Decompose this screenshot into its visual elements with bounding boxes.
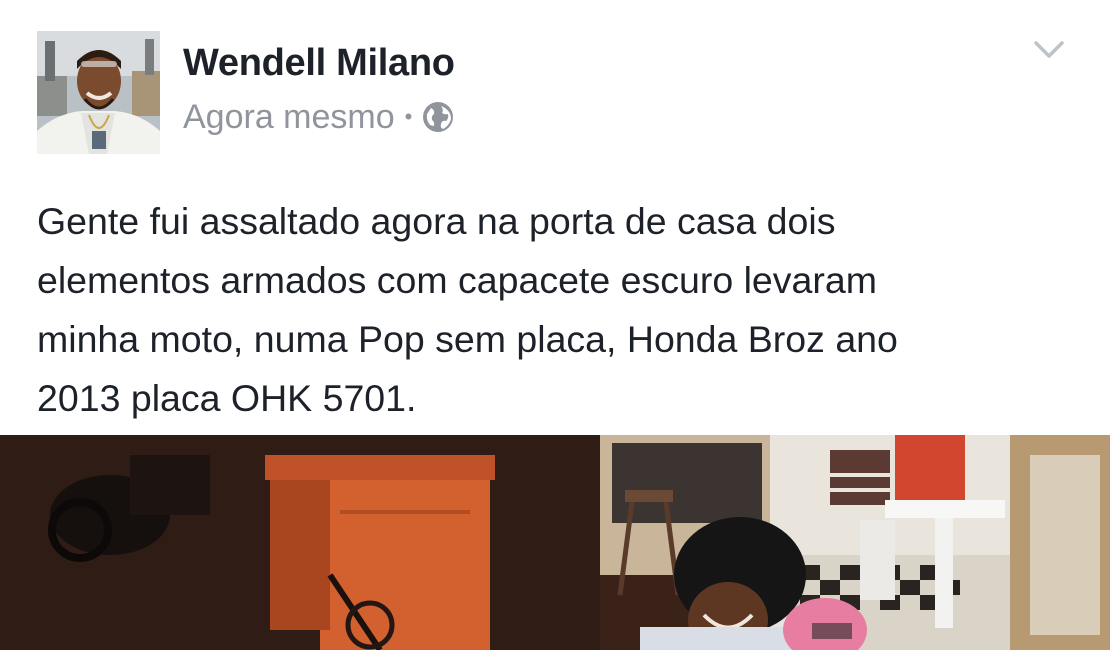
author-name[interactable]: Wendell Milano	[183, 42, 455, 85]
meta-separator: •	[404, 104, 413, 129]
author-avatar[interactable]	[37, 31, 160, 154]
post-photo[interactable]	[0, 435, 1110, 650]
post-meta: Agora mesmo •	[183, 97, 454, 137]
avatar-photo	[37, 31, 160, 154]
post-text: Gente fui assaltado agora na porta de ca…	[37, 200, 898, 419]
post-photo-image	[0, 435, 1110, 650]
feed-post: Wendell Milano Agora mesmo • Gente fui a…	[0, 0, 1110, 650]
globe-icon	[422, 101, 454, 133]
post-timestamp[interactable]: Agora mesmo	[183, 98, 395, 137]
chevron-down-icon[interactable]	[1030, 34, 1068, 64]
